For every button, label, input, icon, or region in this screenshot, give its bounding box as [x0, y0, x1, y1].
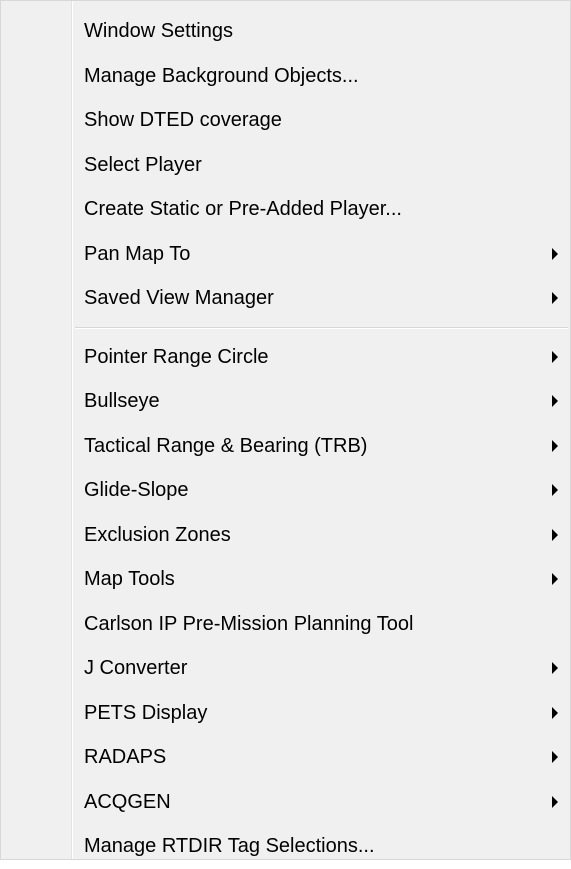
menu-item-label: Select Player [84, 153, 202, 176]
menu-item-pointer-range-circle[interactable]: Pointer Range Circle [1, 335, 570, 380]
menu-items: Window Settings Manage Background Object… [1, 9, 570, 869]
menu-item-show-dted-coverage[interactable]: Show DTED coverage [1, 98, 570, 143]
menu-item-radaps[interactable]: RADAPS [1, 735, 570, 780]
menu-item-label: PETS Display [84, 701, 208, 724]
menu-item-label: Show DTED coverage [84, 109, 282, 131]
chevron-right-icon [552, 662, 558, 675]
menu-item-label: Manage Background Objects... [84, 64, 359, 87]
menu-item-label: Bullseye [84, 390, 160, 412]
chevron-right-icon [552, 573, 558, 586]
menu-item-label: RADAPS [84, 746, 167, 768]
chevron-right-icon [552, 292, 558, 305]
menu-item-create-static-player[interactable]: Create Static or Pre-Added Player... [1, 187, 570, 232]
chevron-right-icon [552, 439, 558, 452]
menu-item-saved-view-manager[interactable]: Saved View Manager [1, 276, 570, 321]
context-menu: Window Settings Manage Background Object… [0, 0, 571, 860]
menu-item-label: Saved View Manager [84, 287, 274, 309]
menu-item-label: Map Tools [84, 568, 175, 590]
chevron-right-icon [552, 350, 558, 363]
chevron-right-icon [552, 484, 558, 497]
menu-item-glide-slope[interactable]: Glide-Slope [1, 468, 570, 513]
menu-item-manage-background-objects[interactable]: Manage Background Objects... [1, 54, 570, 99]
menu-item-label: Window Settings [84, 20, 233, 42]
menu-item-pan-map-to[interactable]: Pan Map To [1, 232, 570, 277]
menu-item-carlson-ip-planning-tool[interactable]: Carlson IP Pre-Mission Planning Tool [1, 602, 570, 647]
menu-item-exclusion-zones[interactable]: Exclusion Zones [1, 513, 570, 558]
chevron-right-icon [552, 795, 558, 808]
menu-item-map-tools[interactable]: Map Tools [1, 557, 570, 602]
chevron-right-icon [552, 528, 558, 541]
menu-item-label: Pan Map To [84, 242, 191, 265]
menu-item-label: Tactical Range & Bearing (TRB) [84, 434, 368, 457]
chevron-right-icon [552, 706, 558, 719]
menu-item-label: J Converter [84, 657, 188, 679]
menu-separator [1, 321, 570, 335]
menu-item-label: Pointer Range Circle [84, 345, 269, 368]
menu-item-label: Glide-Slope [84, 479, 189, 501]
menu-item-bullseye[interactable]: Bullseye [1, 379, 570, 424]
menu-item-pets-display[interactable]: PETS Display [1, 691, 570, 736]
chevron-right-icon [552, 751, 558, 764]
chevron-right-icon [552, 247, 558, 260]
chevron-right-icon [552, 395, 558, 408]
menu-item-manage-rtdir-tag-selections[interactable]: Manage RTDIR Tag Selections... [1, 824, 570, 869]
menu-item-label: ACQGEN [84, 790, 171, 813]
menu-item-label: Manage RTDIR Tag Selections... [84, 835, 375, 857]
menu-item-acqgen[interactable]: ACQGEN [1, 780, 570, 825]
menu-item-label: Create Static or Pre-Added Player... [84, 198, 402, 220]
menu-item-tactical-range-bearing[interactable]: Tactical Range & Bearing (TRB) [1, 424, 570, 469]
menu-item-label: Carlson IP Pre-Mission Planning Tool [84, 612, 414, 635]
menu-item-select-player[interactable]: Select Player [1, 143, 570, 188]
menu-item-window-settings[interactable]: Window Settings [1, 9, 570, 54]
menu-item-label: Exclusion Zones [84, 523, 231, 546]
menu-item-j-converter[interactable]: J Converter [1, 646, 570, 691]
